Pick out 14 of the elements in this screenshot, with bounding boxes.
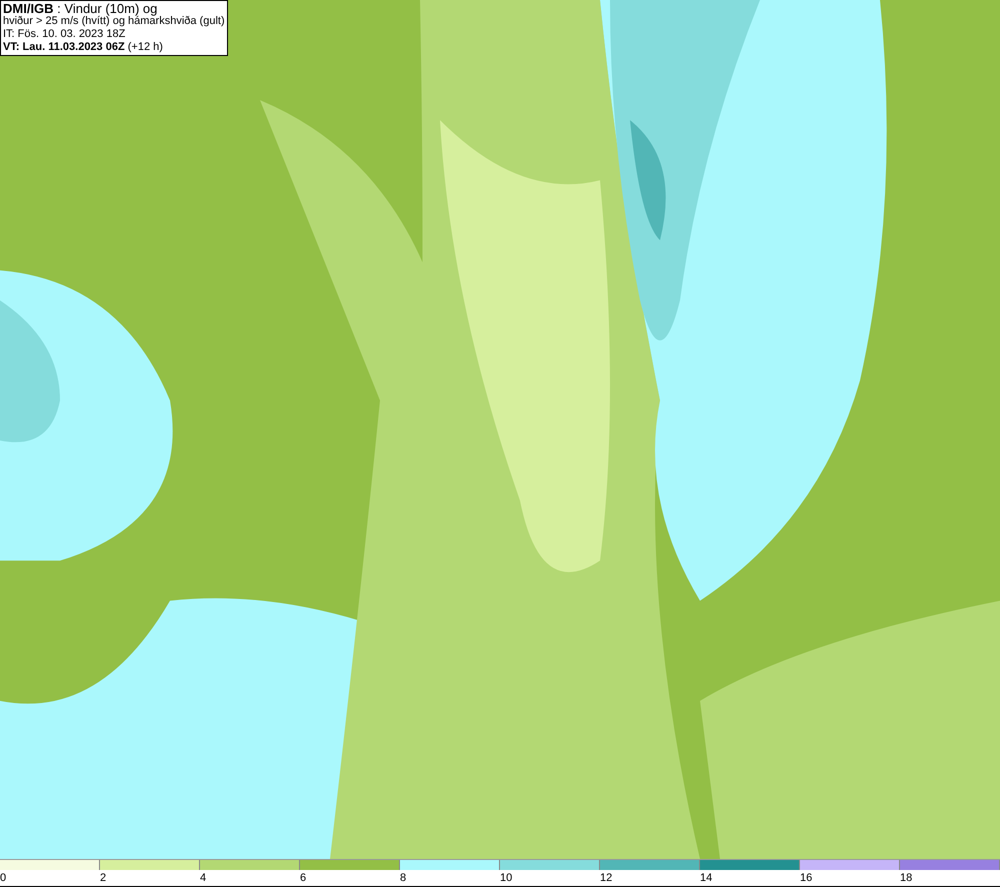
title-line: IT: Fös. 10. 03. 2023 18Z xyxy=(3,28,126,41)
legend-label: 18 xyxy=(900,872,912,884)
title-line: VT: Lau. 11.03.2023 06Z (+12 h) xyxy=(3,41,164,54)
legend-label: 2 xyxy=(100,872,106,884)
legend-label: 0 xyxy=(0,872,6,884)
legend-label: 16 xyxy=(800,872,812,884)
legend-label: 14 xyxy=(700,872,712,884)
title-line: DMI/IGB : Vindur (10m) og xyxy=(3,2,158,15)
title-line: hviður > 25 m/s (hvítt) og hámarkshviða (gult) xyxy=(3,15,225,28)
legend-label: 10 xyxy=(500,872,512,884)
legend-label: 6 xyxy=(300,872,306,884)
legend-label: 4 xyxy=(200,872,206,884)
legend-label: 8 xyxy=(400,872,406,884)
legend-label: 12 xyxy=(600,872,612,884)
